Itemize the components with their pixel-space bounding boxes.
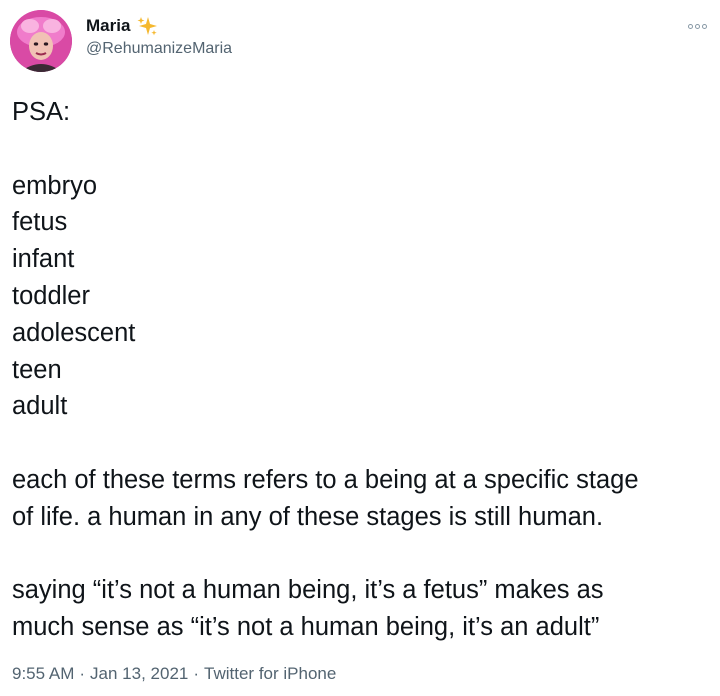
tweet-line: much sense as “it’s not a human being, i… — [12, 613, 600, 642]
tweet-text: PSA: embryo fetus infant toddler adolesc… — [12, 94, 712, 646]
author-name-row[interactable]: Maria — [86, 14, 158, 38]
tweet-card: Maria @RehumanizeMaria PSA: embryo fetus… — [0, 0, 720, 696]
tweet-line: teen — [12, 355, 62, 384]
tweet-metadata: 9:55 AM · Jan 13, 2021 · Twitter for iPh… — [12, 664, 336, 684]
more-options-button[interactable] — [682, 16, 712, 36]
tweet-line: embryo — [12, 171, 98, 200]
more-dot-icon — [694, 23, 700, 29]
more-dot-icon — [701, 23, 707, 29]
avatar[interactable] — [10, 10, 72, 72]
tweet-line: toddler — [12, 281, 90, 310]
tweet-line: adult — [12, 392, 68, 421]
tweet-time-link[interactable]: 9:55 AM — [12, 664, 74, 684]
sparkles-icon — [136, 15, 158, 37]
tweet-line: infant — [12, 245, 75, 274]
tweet-line: adolescent — [12, 318, 136, 347]
tweet-source-link[interactable]: Twitter for iPhone — [204, 664, 336, 684]
meta-separator: · — [79, 664, 86, 683]
author-display-name[interactable]: Maria — [86, 16, 130, 36]
avatar-image — [10, 10, 72, 72]
tweet-line: PSA: — [12, 98, 71, 126]
more-dot-icon — [687, 23, 693, 29]
tweet-date-link[interactable]: Jan 13, 2021 — [90, 664, 188, 684]
tweet-line: each of these terms refers to a being at… — [12, 465, 639, 494]
tweet-line: saying “it’s not a human being, it’s a f… — [12, 576, 604, 605]
meta-separator: · — [193, 664, 200, 683]
tweet-line: of life. a human in any of these stages … — [12, 502, 604, 531]
author-handle[interactable]: @RehumanizeMaria — [86, 40, 232, 58]
tweet-line: fetus — [12, 208, 68, 237]
